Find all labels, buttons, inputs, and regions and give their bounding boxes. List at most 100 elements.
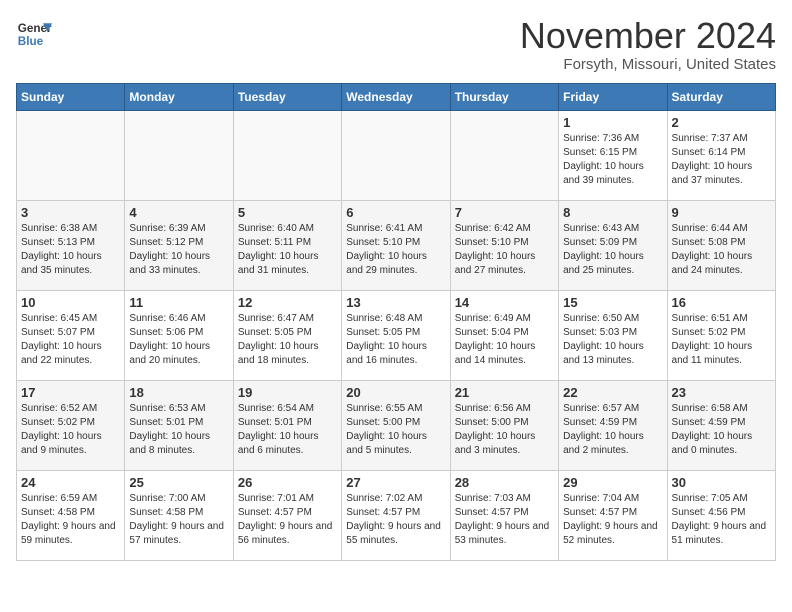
header-friday: Friday (559, 83, 667, 110)
day-info: Sunrise: 7:37 AM Sunset: 6:14 PM Dayligh… (672, 132, 771, 188)
day-info: Sunrise: 6:49 AM Sunset: 5:04 PM Dayligh… (455, 312, 554, 368)
calendar-cell: 16 Sunrise: 6:51 AM Sunset: 5:02 PM Dayli… (667, 290, 775, 380)
day-number: 4 (129, 205, 228, 220)
day-number: 9 (672, 205, 771, 220)
day-info: Sunrise: 6:44 AM Sunset: 5:08 PM Dayligh… (672, 222, 771, 278)
day-info: Sunrise: 6:43 AM Sunset: 5:09 PM Dayligh… (563, 222, 662, 278)
calendar-cell: 25Sunrise: 7:00 AM Sunset: 4:58 PM Dayli… (125, 470, 233, 560)
day-info: Sunrise: 6:57 AM Sunset: 4:59 PM Dayligh… (563, 402, 662, 458)
logo-icon: General Blue (16, 16, 52, 52)
calendar-cell: 18 Sunrise: 6:53 AM Sunset: 5:01 PM Dayli… (125, 380, 233, 470)
day-info: Sunrise: 6:40 AM Sunset: 5:11 PM Dayligh… (238, 222, 337, 278)
calendar-week-1: 3 Sunrise: 6:38 AM Sunset: 5:13 PM Daylig… (17, 200, 776, 290)
day-number: 26 (238, 475, 337, 490)
day-number: 14 (455, 295, 554, 310)
day-number: 29 (563, 475, 662, 490)
day-number: 10 (21, 295, 120, 310)
calendar-cell (125, 110, 233, 200)
day-info: Sunrise: 6:47 AM Sunset: 5:05 PM Dayligh… (238, 312, 337, 368)
calendar-header-row: SundayMondayTuesdayWednesdayThursdayFrid… (17, 83, 776, 110)
day-info: Sunrise: 6:52 AM Sunset: 5:02 PM Dayligh… (21, 402, 120, 458)
day-info: Sunrise: 7:36 AM Sunset: 6:15 PM Dayligh… (563, 132, 662, 188)
day-number: 1 (563, 115, 662, 130)
calendar-cell: 11 Sunrise: 6:46 AM Sunset: 5:06 PM Dayli… (125, 290, 233, 380)
day-number: 5 (238, 205, 337, 220)
day-info: Sunrise: 7:05 AM Sunset: 4:56 PM Dayligh… (672, 492, 771, 548)
day-number: 15 (563, 295, 662, 310)
day-info: Sunrise: 6:56 AM Sunset: 5:00 PM Dayligh… (455, 402, 554, 458)
day-info: Sunrise: 6:46 AM Sunset: 5:06 PM Dayligh… (129, 312, 228, 368)
header-saturday: Saturday (667, 83, 775, 110)
day-number: 11 (129, 295, 228, 310)
day-number: 13 (346, 295, 445, 310)
calendar-cell: 22 Sunrise: 6:57 AM Sunset: 4:59 PM Dayli… (559, 380, 667, 470)
day-info: Sunrise: 7:02 AM Sunset: 4:57 PM Dayligh… (346, 492, 445, 548)
calendar-cell: 6 Sunrise: 6:41 AM Sunset: 5:10 PM Daylig… (342, 200, 450, 290)
calendar-cell: 10 Sunrise: 6:45 AM Sunset: 5:07 PM Dayli… (17, 290, 125, 380)
calendar-cell: 3 Sunrise: 6:38 AM Sunset: 5:13 PM Daylig… (17, 200, 125, 290)
calendar-cell: 1 Sunrise: 7:36 AM Sunset: 6:15 PM Daylig… (559, 110, 667, 200)
calendar-cell: 19 Sunrise: 6:54 AM Sunset: 5:01 PM Dayli… (233, 380, 341, 470)
day-number: 27 (346, 475, 445, 490)
day-number: 16 (672, 295, 771, 310)
day-number: 19 (238, 385, 337, 400)
header-sunday: Sunday (17, 83, 125, 110)
day-number: 23 (672, 385, 771, 400)
day-info: Sunrise: 6:54 AM Sunset: 5:01 PM Dayligh… (238, 402, 337, 458)
day-info: Sunrise: 6:45 AM Sunset: 5:07 PM Dayligh… (21, 312, 120, 368)
calendar-cell: 12 Sunrise: 6:47 AM Sunset: 5:05 PM Dayli… (233, 290, 341, 380)
day-info: Sunrise: 6:58 AM Sunset: 4:59 PM Dayligh… (672, 402, 771, 458)
day-info: Sunrise: 7:01 AM Sunset: 4:57 PM Dayligh… (238, 492, 337, 548)
calendar-cell: 27 Sunrise: 7:02 AM Sunset: 4:57 PM Dayli… (342, 470, 450, 560)
day-number: 7 (455, 205, 554, 220)
calendar-cell: 23 Sunrise: 6:58 AM Sunset: 4:59 PM Dayli… (667, 380, 775, 470)
calendar-week-4: 24 Sunrise: 6:59 AM Sunset: 4:58 PM Dayli… (17, 470, 776, 560)
day-number: 12 (238, 295, 337, 310)
calendar-cell: 20 Sunrise: 6:55 AM Sunset: 5:00 PM Dayli… (342, 380, 450, 470)
day-number: 18 (129, 385, 228, 400)
day-number: 25 (129, 475, 228, 490)
day-info: Sunrise: 6:41 AM Sunset: 5:10 PM Dayligh… (346, 222, 445, 278)
day-info: Sunrise: 7:03 AM Sunset: 4:57 PM Dayligh… (455, 492, 554, 548)
day-number: 28 (455, 475, 554, 490)
day-number: 22 (563, 385, 662, 400)
calendar-cell: 5 Sunrise: 6:40 AM Sunset: 5:11 PM Daylig… (233, 200, 341, 290)
day-number: 8 (563, 205, 662, 220)
day-info: Sunrise: 7:04 AM Sunset: 4:57 PM Dayligh… (563, 492, 662, 548)
header-tuesday: Tuesday (233, 83, 341, 110)
calendar-cell: 24 Sunrise: 6:59 AM Sunset: 4:58 PM Dayli… (17, 470, 125, 560)
day-info: Sunrise: 6:53 AM Sunset: 5:01 PM Dayligh… (129, 402, 228, 458)
calendar-cell: 29 Sunrise: 7:04 AM Sunset: 4:57 PM Dayli… (559, 470, 667, 560)
month-title: November 2024 (520, 16, 776, 56)
location: Forsyth, Missouri, United States (520, 56, 776, 73)
day-number: 2 (672, 115, 771, 130)
calendar-cell: 17 Sunrise: 6:52 AM Sunset: 5:02 PM Dayli… (17, 380, 125, 470)
day-number: 6 (346, 205, 445, 220)
calendar-week-0: 1 Sunrise: 7:36 AM Sunset: 6:15 PM Daylig… (17, 110, 776, 200)
calendar-cell: 4Sunrise: 6:39 AM Sunset: 5:12 PM Daylig… (125, 200, 233, 290)
calendar-table: SundayMondayTuesdayWednesdayThursdayFrid… (16, 83, 776, 561)
calendar-cell: 15 Sunrise: 6:50 AM Sunset: 5:03 PM Dayli… (559, 290, 667, 380)
day-number: 24 (21, 475, 120, 490)
calendar-cell: 21 Sunrise: 6:56 AM Sunset: 5:00 PM Dayli… (450, 380, 558, 470)
day-info: Sunrise: 6:48 AM Sunset: 5:05 PM Dayligh… (346, 312, 445, 368)
day-info: Sunrise: 6:55 AM Sunset: 5:00 PM Dayligh… (346, 402, 445, 458)
calendar-week-2: 10 Sunrise: 6:45 AM Sunset: 5:07 PM Dayli… (17, 290, 776, 380)
day-number: 3 (21, 205, 120, 220)
calendar-cell: 26 Sunrise: 7:01 AM Sunset: 4:57 PM Dayli… (233, 470, 341, 560)
calendar-cell: 7Sunrise: 6:42 AM Sunset: 5:10 PM Daylig… (450, 200, 558, 290)
calendar-cell: 30Sunrise: 7:05 AM Sunset: 4:56 PM Dayli… (667, 470, 775, 560)
day-info: Sunrise: 6:51 AM Sunset: 5:02 PM Dayligh… (672, 312, 771, 368)
calendar-cell (233, 110, 341, 200)
calendar-cell: 2 Sunrise: 7:37 AM Sunset: 6:14 PM Daylig… (667, 110, 775, 200)
day-info: Sunrise: 6:38 AM Sunset: 5:13 PM Dayligh… (21, 222, 120, 278)
day-info: Sunrise: 6:50 AM Sunset: 5:03 PM Dayligh… (563, 312, 662, 368)
calendar-cell: 28 Sunrise: 7:03 AM Sunset: 4:57 PM Dayli… (450, 470, 558, 560)
calendar-cell: 8 Sunrise: 6:43 AM Sunset: 5:09 PM Daylig… (559, 200, 667, 290)
header-thursday: Thursday (450, 83, 558, 110)
day-info: Sunrise: 6:59 AM Sunset: 4:58 PM Dayligh… (21, 492, 120, 548)
day-number: 17 (21, 385, 120, 400)
day-number: 21 (455, 385, 554, 400)
calendar-week-3: 17 Sunrise: 6:52 AM Sunset: 5:02 PM Dayli… (17, 380, 776, 470)
day-number: 20 (346, 385, 445, 400)
